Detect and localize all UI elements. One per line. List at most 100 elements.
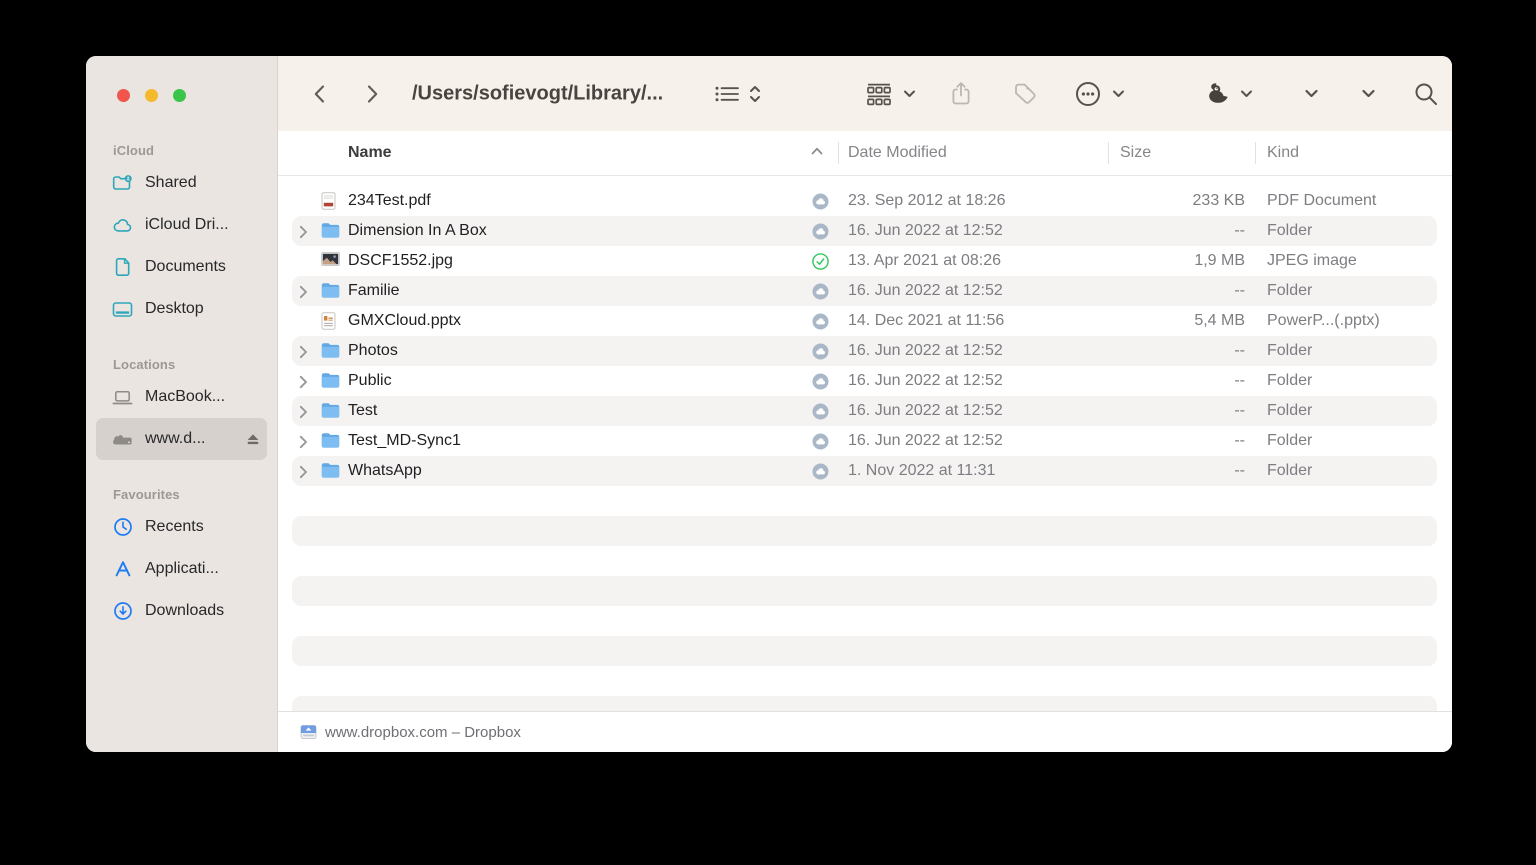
file-row[interactable]: 234Test.pdf23. Sep 2012 at 18:26233 KBPD… xyxy=(278,186,1452,216)
cloud-only-icon xyxy=(812,463,829,480)
file-kind: Folder xyxy=(1267,366,1312,396)
file-row[interactable]: DSCF1552.jpg13. Apr 2021 at 08:261,9 MBJ… xyxy=(278,246,1452,276)
file-name[interactable]: Test xyxy=(348,396,377,426)
file-name[interactable]: Test_MD-Sync1 xyxy=(348,426,461,456)
file-name[interactable]: Familie xyxy=(348,276,400,306)
file-name[interactable]: Dimension In A Box xyxy=(348,216,487,246)
zoom-button[interactable] xyxy=(173,89,186,102)
sidebar-item-desktop[interactable]: Desktop xyxy=(96,288,267,330)
sidebar-item-www-d[interactable]: www.d... xyxy=(96,418,267,460)
sidebar-item-icloud-dri[interactable]: iCloud Dri... xyxy=(96,204,267,246)
sidebar-item-label: Recents xyxy=(145,518,267,536)
date-modified: 14. Dec 2021 at 11:56 xyxy=(848,306,1004,336)
file-name[interactable]: GMXCloud.pptx xyxy=(348,306,461,336)
folder-icon xyxy=(321,402,340,418)
sidebar-item-applicati[interactable]: Applicati... xyxy=(96,548,267,590)
document-icon xyxy=(112,257,133,278)
view-options-button[interactable] xyxy=(714,84,762,104)
share-button[interactable] xyxy=(949,80,973,108)
toolbar: /Users/sofievogt/Library/... xyxy=(278,56,1452,132)
more-actions-button[interactable] xyxy=(1073,79,1125,109)
search-button[interactable] xyxy=(1412,80,1440,108)
file-kind: Folder xyxy=(1267,456,1312,486)
cloud-only-icon xyxy=(812,193,829,210)
file-name[interactable]: 234Test.pdf xyxy=(348,186,431,216)
file-row[interactable]: Public16. Jun 2022 at 12:52--Folder xyxy=(278,366,1452,396)
file-kind: Folder xyxy=(1267,336,1312,366)
group-by-button[interactable] xyxy=(864,82,916,106)
file-name[interactable]: Public xyxy=(348,366,392,396)
back-button[interactable] xyxy=(310,83,330,105)
mountain-duck-button[interactable] xyxy=(1203,80,1253,108)
sidebar-item-label: Desktop xyxy=(145,300,267,318)
date-modified: 1. Nov 2022 at 11:31 xyxy=(848,456,995,486)
search-icon xyxy=(1412,80,1440,108)
date-modified: 13. Apr 2021 at 08:26 xyxy=(848,246,1001,276)
disclosure-chevron-icon[interactable] xyxy=(299,345,308,359)
file-size: -- xyxy=(1028,276,1245,306)
sidebar-item-shared[interactable]: Shared xyxy=(96,162,267,204)
empty-row xyxy=(278,606,1452,636)
column-header-date-modified[interactable]: Date Modified xyxy=(848,131,947,175)
jpeg-image-icon xyxy=(321,252,340,266)
sidebar-section-title: Favourites xyxy=(86,484,277,506)
status-bar: www.dropbox.com – Dropbox xyxy=(278,711,1452,752)
file-row[interactable]: WhatsApp1. Nov 2022 at 11:31--Folder xyxy=(278,456,1452,486)
eject-icon[interactable] xyxy=(245,432,261,446)
file-name[interactable]: WhatsApp xyxy=(348,456,422,486)
column-header-size[interactable]: Size xyxy=(1120,131,1151,175)
disclosure-chevron-icon[interactable] xyxy=(299,285,308,299)
file-row[interactable]: GMXCloud.pptx14. Dec 2021 at 11:565,4 MB… xyxy=(278,306,1452,336)
column-header-name[interactable]: Name xyxy=(348,131,392,175)
date-modified: 23. Sep 2012 at 18:26 xyxy=(848,186,1005,216)
file-list: Name Date Modified Size Kind 234Test.pdf… xyxy=(278,131,1452,711)
toolbar-extension-button-2[interactable] xyxy=(1361,88,1376,100)
file-row[interactable]: Test_MD-Sync116. Jun 2022 at 12:52--Fold… xyxy=(278,426,1452,456)
sidebar-item-downloads[interactable]: Downloads xyxy=(96,590,267,632)
forward-button[interactable] xyxy=(362,83,382,105)
file-kind: PowerP...(.pptx) xyxy=(1267,306,1380,336)
column-divider[interactable] xyxy=(1255,142,1256,164)
empty-row xyxy=(278,576,1452,606)
file-row[interactable]: Test16. Jun 2022 at 12:52--Folder xyxy=(278,396,1452,426)
sidebar-item-label: Downloads xyxy=(145,602,267,620)
file-name[interactable]: DSCF1552.jpg xyxy=(348,246,453,276)
clock-icon xyxy=(112,517,133,538)
date-modified: 16. Jun 2022 at 12:52 xyxy=(848,216,1003,246)
disclosure-chevron-icon[interactable] xyxy=(299,405,308,419)
column-divider[interactable] xyxy=(838,142,839,164)
sidebar-item-macbook[interactable]: MacBook... xyxy=(96,376,267,418)
sidebar-item-label: Documents xyxy=(145,258,267,276)
sidebar-section-title: Locations xyxy=(86,354,277,376)
sort-direction-icon xyxy=(748,84,762,104)
minimize-button[interactable] xyxy=(145,89,158,102)
file-kind: Folder xyxy=(1267,396,1312,426)
cloud-only-icon xyxy=(812,313,829,330)
cloud-only-icon xyxy=(812,223,829,240)
sidebar-item-documents[interactable]: Documents xyxy=(96,246,267,288)
disclosure-chevron-icon[interactable] xyxy=(299,225,308,239)
toolbar-extension-button-1[interactable] xyxy=(1304,88,1319,100)
tag-button[interactable] xyxy=(1011,80,1039,108)
disclosure-chevron-icon[interactable] xyxy=(299,375,308,389)
file-row[interactable]: Photos16. Jun 2022 at 12:52--Folder xyxy=(278,336,1452,366)
date-modified: 16. Jun 2022 at 12:52 xyxy=(848,336,1003,366)
file-kind: JPEG image xyxy=(1267,246,1357,276)
sidebar-item-recents[interactable]: Recents xyxy=(96,506,267,548)
sidebar-section-favourites: Favourites Recents Applicati... Downloads xyxy=(86,484,277,632)
chevron-right-icon xyxy=(362,83,382,105)
chevron-down-icon xyxy=(1240,89,1253,99)
column-divider[interactable] xyxy=(1108,142,1109,164)
file-row[interactable]: Dimension In A Box16. Jun 2022 at 12:52-… xyxy=(278,216,1452,246)
close-button[interactable] xyxy=(117,89,130,102)
file-row[interactable]: Familie16. Jun 2022 at 12:52--Folder xyxy=(278,276,1452,306)
file-name[interactable]: Photos xyxy=(348,336,398,366)
disclosure-chevron-icon[interactable] xyxy=(299,465,308,479)
empty-row xyxy=(278,516,1452,546)
column-header-kind[interactable]: Kind xyxy=(1267,131,1299,175)
laptop-icon xyxy=(112,387,133,408)
sidebar-sections: iCloudSharediCloud Dri...DocumentsDeskto… xyxy=(86,56,277,632)
disclosure-chevron-icon[interactable] xyxy=(299,435,308,449)
chevron-down-icon xyxy=(1112,89,1125,99)
mounted-volume-icon xyxy=(300,724,317,740)
